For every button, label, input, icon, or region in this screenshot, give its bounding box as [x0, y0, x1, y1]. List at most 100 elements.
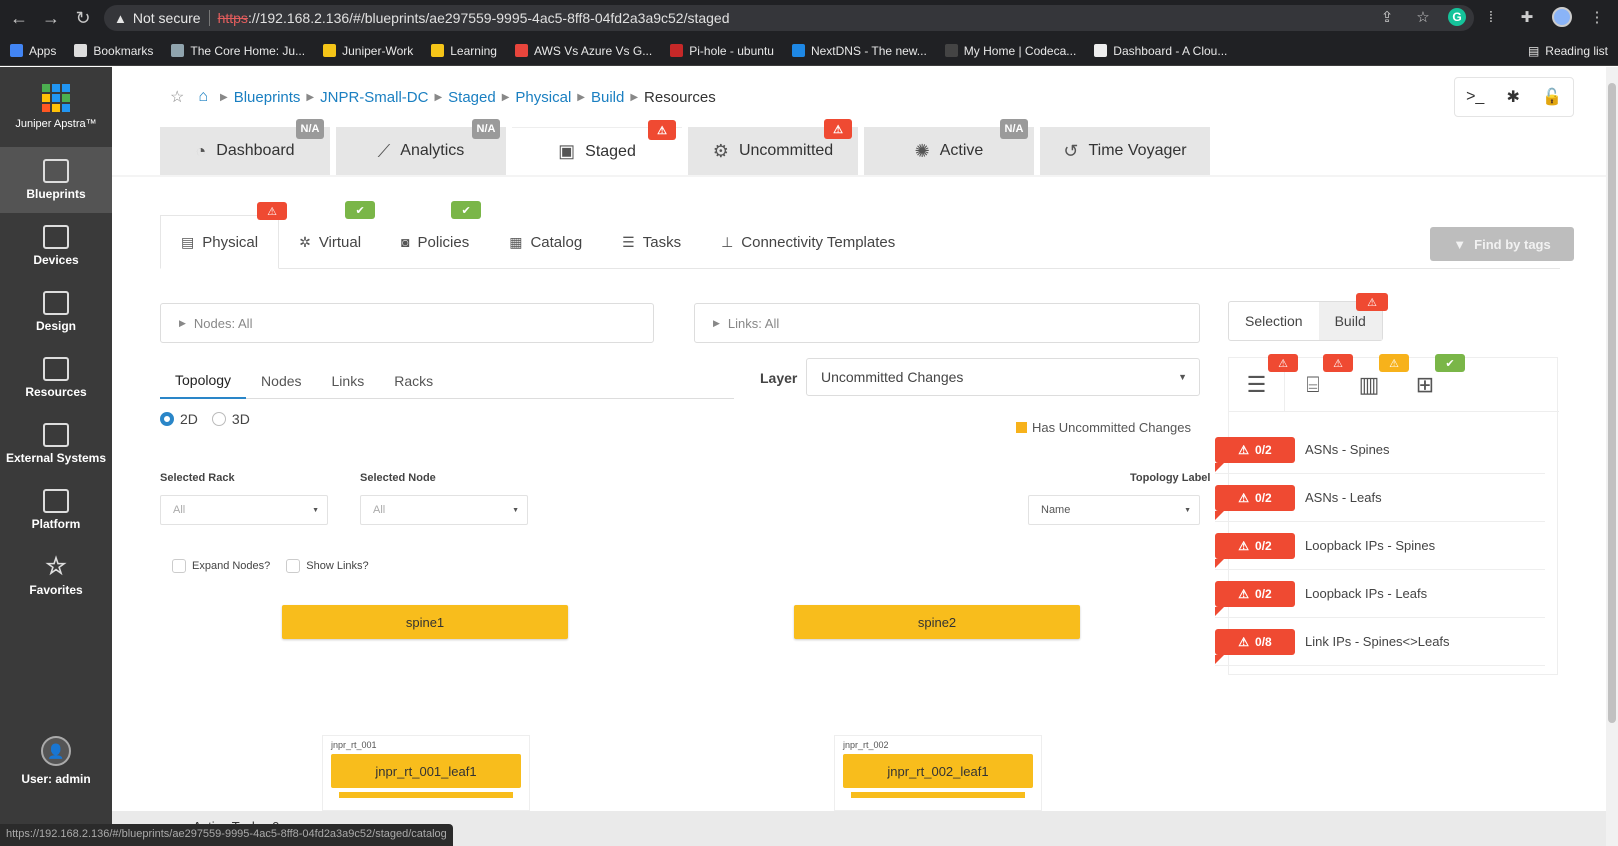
- topology-label-value: Name: [1041, 504, 1071, 516]
- tab-racks[interactable]: Racks: [379, 363, 448, 399]
- grammarly-extension-icon[interactable]: G: [1448, 8, 1466, 26]
- sidebar-item-design[interactable]: Design: [0, 279, 112, 345]
- menu-kebab-icon[interactable]: ⋮: [1586, 6, 1608, 28]
- scrollbar-thumb[interactable]: [1608, 83, 1616, 723]
- devices-rack-icon[interactable]: ▥ ⚠: [1341, 354, 1409, 412]
- bookmark-item[interactable]: Apps: [10, 44, 56, 58]
- tab-uncommitted[interactable]: ⚙ Uncommitted ⚠: [688, 119, 858, 175]
- bookmark-item[interactable]: The Core Home: Ju...: [171, 44, 305, 58]
- bookmark-star-icon[interactable]: ☆: [1412, 6, 1434, 28]
- tab-nodes[interactable]: Nodes: [246, 363, 316, 399]
- bookmark-item[interactable]: Pi-hole - ubuntu: [670, 44, 774, 58]
- breadcrumb-blueprint[interactable]: JNPR-Small-DC: [320, 89, 428, 106]
- resource-row[interactable]: ⚠ 0/2 Loopback IPs - Spines: [1215, 522, 1545, 570]
- sidebar-item-blueprints[interactable]: Blueprints: [0, 147, 112, 213]
- tab-time-voyager[interactable]: ↺ Time Voyager: [1040, 127, 1210, 175]
- connectivity-tree-icon: ⊥: [721, 233, 734, 250]
- subtab-policies[interactable]: ✔ ◙ Policies: [381, 201, 489, 269]
- tab-dashboard[interactable]: ◔ Dashboard N/A: [160, 119, 330, 175]
- selection-tab[interactable]: Selection: [1229, 302, 1319, 340]
- rack-container[interactable]: jnpr_rt_001 jnpr_rt_001_leaf1: [322, 735, 530, 811]
- sidebar-item-favorites[interactable]: ☆ Favorites: [0, 543, 112, 609]
- config-tree-icon[interactable]: ⊞ ✔: [1397, 354, 1465, 412]
- subtab-connectivity-templates[interactable]: ⊥ Connectivity Templates: [701, 215, 915, 269]
- home-icon[interactable]: ⌂: [198, 88, 208, 106]
- bookmark-item[interactable]: Dashboard - A Clou...: [1094, 44, 1227, 58]
- tab-topology[interactable]: Topology: [160, 363, 247, 399]
- breadcrumb-blueprints[interactable]: Blueprints: [234, 89, 301, 106]
- bookmark-item[interactable]: Learning: [431, 44, 497, 58]
- bookmark-icon: [514, 44, 528, 57]
- breadcrumb-physical[interactable]: Physical: [515, 89, 571, 106]
- bookmark-item[interactable]: AWS Vs Azure Vs G...: [514, 44, 652, 58]
- spine-node[interactable]: spine2: [794, 605, 1080, 639]
- resource-row[interactable]: ⚠ 0/2 ASNs - Spines: [1215, 426, 1545, 474]
- build-resources-panel: ☰ ⚠ ⌸ ⚠ ▥ ⚠ ⊞ ✔ ⚠ 0/2 ASNs - Spines ⚠ 0/2 …: [1215, 354, 1559, 675]
- subtab-tasks[interactable]: ☰ Tasks: [602, 215, 701, 269]
- resource-row[interactable]: ⚠ 0/8 Link IPs - Spines<>Leafs: [1215, 618, 1545, 666]
- spine-node[interactable]: spine1: [282, 605, 568, 639]
- resource-count-badge[interactable]: ⚠ 0/2: [1215, 484, 1295, 520]
- tab-active[interactable]: ✺ Active N/A: [864, 119, 1034, 175]
- sidebar-item-user[interactable]: 👤 User: admin: [0, 736, 112, 786]
- breadcrumb-build[interactable]: Build: [591, 89, 624, 106]
- radio-2d[interactable]: [160, 412, 174, 426]
- terminal-icon[interactable]: >_: [1466, 88, 1484, 106]
- resource-count-badge[interactable]: ⚠ 0/2: [1215, 436, 1295, 472]
- sidebar-item-external-systems[interactable]: External Systems: [0, 411, 112, 477]
- page-scrollbar[interactable]: [1606, 67, 1618, 846]
- bookmark-item[interactable]: Bookmarks: [74, 44, 153, 58]
- rack-container[interactable]: jnpr_rt_002 jnpr_rt_002_leaf1: [834, 735, 1042, 811]
- tab-analytics[interactable]: ⟋ Analytics N/A: [336, 119, 506, 175]
- subtab-physical[interactable]: ⚠ ▤ Physical: [160, 202, 287, 269]
- bookmark-item[interactable]: My Home | Codeca...: [944, 44, 1076, 58]
- warning-icon: ▲: [114, 10, 127, 26]
- browser-toolbar: ← → ↻ ▲ Not secure https ://192.168.2.13…: [0, 0, 1618, 36]
- resource-count-badge[interactable]: ⚠ 0/2: [1215, 532, 1295, 568]
- apstra-logo[interactable]: Juniper Apstra™: [0, 67, 112, 147]
- selected-rack-select[interactable]: All ▼: [160, 495, 328, 525]
- bookmark-label: Bookmarks: [93, 43, 154, 58]
- tab-links[interactable]: Links: [317, 363, 380, 399]
- subtab-catalog[interactable]: ▦ Catalog: [489, 215, 602, 269]
- subtab-virtual[interactable]: ✔ ✲ Virtual: [279, 201, 381, 269]
- reading-list-button[interactable]: ▤ Reading list: [1528, 44, 1608, 58]
- forward-icon[interactable]: →: [38, 5, 64, 31]
- resource-row[interactable]: ⚠ 0/2 ASNs - Leafs: [1215, 474, 1545, 522]
- sidebar-item-label: Resources: [25, 385, 87, 399]
- breadcrumb-staged[interactable]: Staged: [448, 89, 496, 106]
- bookmark-item[interactable]: Juniper-Work: [323, 44, 413, 58]
- find-by-tags-button[interactable]: ▼ Find by tags: [1430, 227, 1574, 261]
- sidebar-item-platform[interactable]: Platform: [0, 477, 112, 543]
- resources-list-icon[interactable]: ☰ ⚠: [1229, 354, 1298, 412]
- tab-staged[interactable]: ▣ Staged ⚠: [512, 120, 682, 175]
- address-bar[interactable]: ▲ Not secure https ://192.168.2.136/#/bl…: [104, 5, 1474, 31]
- leaf-node[interactable]: jnpr_rt_001_leaf1: [331, 754, 521, 788]
- leaf-node[interactable]: jnpr_rt_002_leaf1: [843, 754, 1033, 788]
- expand-nodes-checkbox[interactable]: [172, 559, 186, 573]
- share-icon[interactable]: ⇪: [1376, 6, 1398, 28]
- sidebar-item-resources[interactable]: Resources: [0, 345, 112, 411]
- selected-node-select[interactable]: All ▼: [360, 495, 528, 525]
- resource-row[interactable]: ⚠ 0/2 Loopback IPs - Leafs: [1215, 570, 1545, 618]
- puzzle-icon[interactable]: ✚: [1516, 6, 1538, 28]
- resource-count-badge[interactable]: ⚠ 0/2: [1215, 580, 1295, 616]
- topology-label-select[interactable]: Name ▼: [1028, 495, 1200, 525]
- resource-count-badge[interactable]: ⚠ 0/8: [1215, 628, 1295, 664]
- links-filter[interactable]: ▶ Links: All: [694, 303, 1200, 343]
- back-icon[interactable]: ←: [6, 5, 32, 31]
- device-profiles-icon[interactable]: ⌸ ⚠: [1285, 354, 1353, 412]
- unlock-icon[interactable]: 🔓: [1542, 87, 1562, 107]
- show-links-checkbox[interactable]: [286, 559, 301, 573]
- dashboard-gauge-icon: ◔: [195, 140, 207, 161]
- reload-icon[interactable]: ↻: [70, 5, 96, 31]
- profile-avatar-icon[interactable]: [1552, 7, 1572, 27]
- nodes-filter[interactable]: ▶ Nodes: All: [160, 303, 654, 343]
- bookmark-item[interactable]: NextDNS - The new...: [791, 44, 927, 58]
- layer-select[interactable]: Uncommitted Changes ▼: [806, 358, 1200, 396]
- bug-icon[interactable]: ✱: [1506, 87, 1519, 107]
- sidebar-item-devices[interactable]: Devices: [0, 213, 112, 279]
- radio-3d[interactable]: [211, 412, 226, 426]
- favorite-star-icon[interactable]: ☆: [170, 87, 184, 107]
- extension-icon[interactable]: ⁞: [1480, 6, 1502, 28]
